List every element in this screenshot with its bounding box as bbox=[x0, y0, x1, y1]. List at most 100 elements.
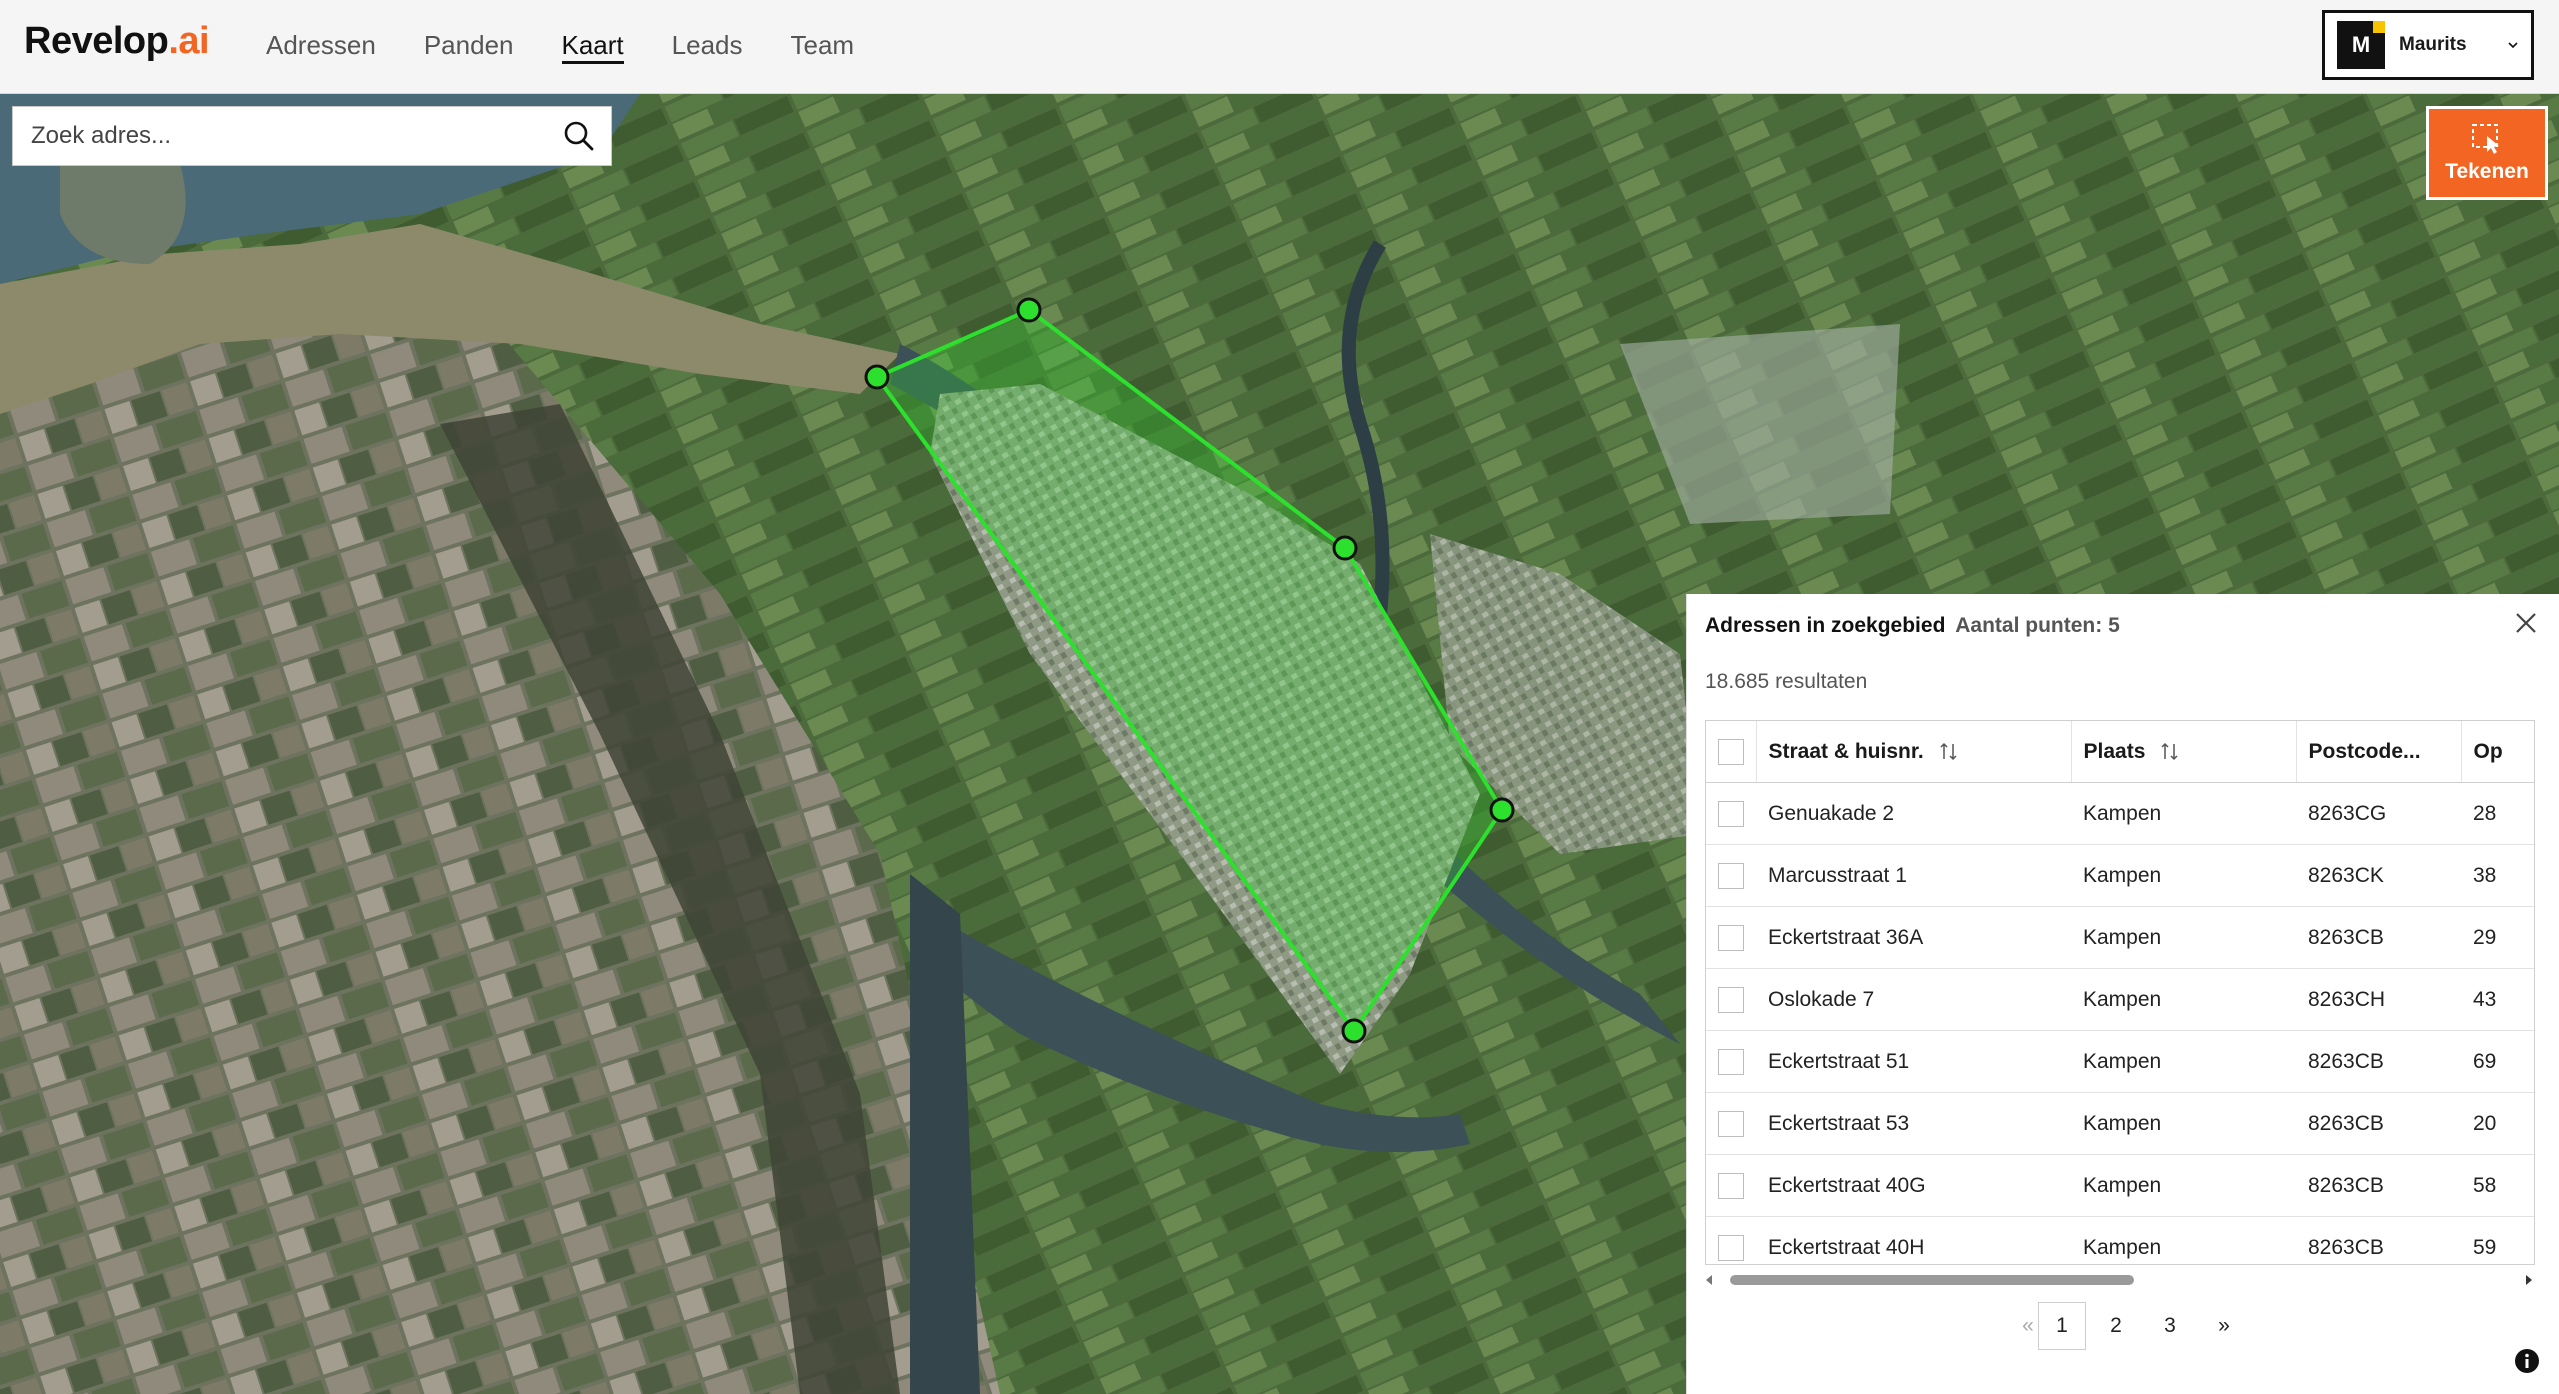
table-header-row: Straat & huisnr. Plaats Postcode... Op bbox=[1706, 721, 2534, 783]
nav-item-kaart[interactable]: Kaart bbox=[561, 0, 624, 94]
cell-city: Kampen bbox=[2071, 1154, 2296, 1217]
cell-extra: 29 bbox=[2461, 906, 2534, 969]
table-row[interactable]: Eckertstraat 40G Kampen 8263CB 58 bbox=[1706, 1154, 2534, 1217]
cell-street: Eckertstraat 51 bbox=[1756, 1030, 2071, 1093]
pagination-page-1[interactable]: 1 bbox=[2038, 1302, 2086, 1350]
cell-extra: 58 bbox=[2461, 1154, 2534, 1217]
nav-item-leads[interactable]: Leads bbox=[672, 0, 743, 94]
close-icon[interactable] bbox=[2511, 608, 2541, 638]
polygon-vertex-handle[interactable] bbox=[1341, 1018, 1367, 1044]
row-checkbox[interactable] bbox=[1718, 986, 1744, 1013]
row-select-cell bbox=[1706, 1216, 1756, 1264]
row-select-cell bbox=[1706, 906, 1756, 969]
cell-postcode: 8263CG bbox=[2296, 782, 2461, 845]
cell-city: Kampen bbox=[2071, 1216, 2296, 1264]
table-row[interactable]: Marcusstraat 1 Kampen 8263CK 38 bbox=[1706, 844, 2534, 907]
user-menu[interactable]: M Maurits bbox=[2322, 10, 2534, 80]
row-checkbox[interactable] bbox=[1718, 1234, 1744, 1261]
cell-city: Kampen bbox=[2071, 1092, 2296, 1155]
nav-item-team[interactable]: Team bbox=[791, 0, 855, 94]
table-row[interactable]: Oslokade 7 Kampen 8263CH 43 bbox=[1706, 968, 2534, 1031]
row-checkbox[interactable] bbox=[1718, 1048, 1744, 1075]
cell-extra: 28 bbox=[2461, 782, 2534, 845]
cell-city: Kampen bbox=[2071, 844, 2296, 907]
pagination-next[interactable]: » bbox=[2200, 1302, 2248, 1350]
cell-street: Marcusstraat 1 bbox=[1756, 844, 2071, 907]
row-select-cell bbox=[1706, 968, 1756, 1031]
table-row[interactable]: Genuakade 2 Kampen 8263CG 28 bbox=[1706, 782, 2534, 845]
points-count: Aantal punten: 5 bbox=[1955, 614, 2120, 637]
table-row[interactable]: Eckertstraat 40H Kampen 8263CB 59 bbox=[1706, 1216, 2534, 1264]
address-search bbox=[12, 106, 612, 166]
results-table[interactable]: Straat & huisnr. Plaats Postcode... Op G… bbox=[1705, 720, 2535, 1265]
draw-button[interactable]: Tekenen bbox=[2426, 106, 2548, 200]
draw-icon bbox=[2472, 124, 2499, 154]
column-header-postcode[interactable]: Postcode... bbox=[2296, 721, 2462, 783]
cell-street: Oslokade 7 bbox=[1756, 968, 2071, 1031]
row-checkbox[interactable] bbox=[1718, 1110, 1744, 1137]
search-input[interactable] bbox=[13, 107, 561, 165]
brand-logo[interactable]: Revelop.ai bbox=[24, 20, 210, 63]
horizontal-scrollbar[interactable] bbox=[1704, 1271, 2534, 1289]
select-all-cell bbox=[1706, 721, 1757, 783]
sort-icon[interactable] bbox=[1938, 741, 1960, 763]
cell-postcode: 8263CB bbox=[2296, 1154, 2461, 1217]
row-checkbox[interactable] bbox=[1718, 862, 1744, 889]
select-all-checkbox[interactable] bbox=[1718, 738, 1744, 765]
avatar: M bbox=[2337, 21, 2385, 69]
results-count: 18.685 resultaten bbox=[1705, 670, 1868, 693]
row-select-cell bbox=[1706, 1092, 1756, 1155]
cell-city: Kampen bbox=[2071, 782, 2296, 845]
row-checkbox[interactable] bbox=[1718, 1172, 1744, 1199]
row-checkbox[interactable] bbox=[1718, 924, 1744, 951]
cell-postcode: 8263CB bbox=[2296, 906, 2461, 969]
polygon-vertex-handle[interactable] bbox=[864, 364, 890, 390]
cell-postcode: 8263CH bbox=[2296, 968, 2461, 1031]
cell-street: Eckertstraat 36A bbox=[1756, 906, 2071, 969]
cell-postcode: 8263CK bbox=[2296, 844, 2461, 907]
pagination-page-2[interactable]: 2 bbox=[2092, 1302, 2140, 1350]
table-row[interactable]: Eckertstraat 36A Kampen 8263CB 29 bbox=[1706, 906, 2534, 969]
pagination-page-3[interactable]: 3 bbox=[2146, 1302, 2194, 1350]
polygon-vertex-handle[interactable] bbox=[1489, 797, 1515, 823]
scrollbar-thumb[interactable] bbox=[1730, 1275, 2134, 1285]
column-header-street[interactable]: Straat & huisnr. bbox=[1756, 721, 2072, 783]
top-navigation-bar: Revelop.ai Adressen Panden Kaart Leads T… bbox=[0, 0, 2559, 94]
cell-city: Kampen bbox=[2071, 906, 2296, 969]
row-select-cell bbox=[1706, 1030, 1756, 1093]
cell-street: Genuakade 2 bbox=[1756, 782, 2071, 845]
row-select-cell bbox=[1706, 844, 1756, 907]
draw-button-label: Tekenen bbox=[2445, 160, 2529, 183]
table-row[interactable]: Eckertstraat 53 Kampen 8263CB 20 bbox=[1706, 1092, 2534, 1155]
user-name: Maurits bbox=[2399, 34, 2467, 55]
polygon-vertex-handle[interactable] bbox=[1332, 535, 1358, 561]
table-row[interactable]: Eckertstraat 51 Kampen 8263CB 69 bbox=[1706, 1030, 2534, 1093]
info-icon[interactable] bbox=[2514, 1348, 2540, 1374]
row-select-cell bbox=[1706, 1154, 1756, 1217]
cell-city: Kampen bbox=[2071, 968, 2296, 1031]
nav-item-panden[interactable]: Panden bbox=[424, 0, 514, 94]
polygon-vertex-handle[interactable] bbox=[1016, 297, 1042, 323]
row-select-cell bbox=[1706, 782, 1756, 845]
pagination: « 1 2 3 » bbox=[1686, 1302, 2559, 1352]
cell-street: Eckertstraat 53 bbox=[1756, 1092, 2071, 1155]
row-checkbox[interactable] bbox=[1718, 800, 1744, 827]
cell-postcode: 8263CB bbox=[2296, 1030, 2461, 1093]
cell-postcode: 8263CB bbox=[2296, 1092, 2461, 1155]
cell-extra: 38 bbox=[2461, 844, 2534, 907]
cell-postcode: 8263CB bbox=[2296, 1216, 2461, 1264]
cell-extra: 69 bbox=[2461, 1030, 2534, 1093]
cell-street: Eckertstraat 40H bbox=[1756, 1216, 2071, 1264]
cell-extra: 59 bbox=[2461, 1216, 2534, 1264]
sort-icon[interactable] bbox=[2159, 741, 2181, 763]
chevron-down-icon bbox=[2508, 42, 2518, 49]
cell-street: Eckertstraat 40G bbox=[1756, 1154, 2071, 1217]
column-header-city[interactable]: Plaats bbox=[2071, 721, 2297, 783]
cell-extra: 20 bbox=[2461, 1092, 2534, 1155]
search-icon[interactable] bbox=[561, 118, 597, 154]
column-header-extra[interactable]: Op bbox=[2461, 721, 2534, 783]
cell-extra: 43 bbox=[2461, 968, 2534, 1031]
nav-item-adressen[interactable]: Adressen bbox=[266, 0, 376, 94]
panel-title: Adressen in zoekgebied Aantal punten: 5 bbox=[1705, 614, 2120, 637]
main-nav: Adressen Panden Kaart Leads Team bbox=[266, 0, 902, 94]
